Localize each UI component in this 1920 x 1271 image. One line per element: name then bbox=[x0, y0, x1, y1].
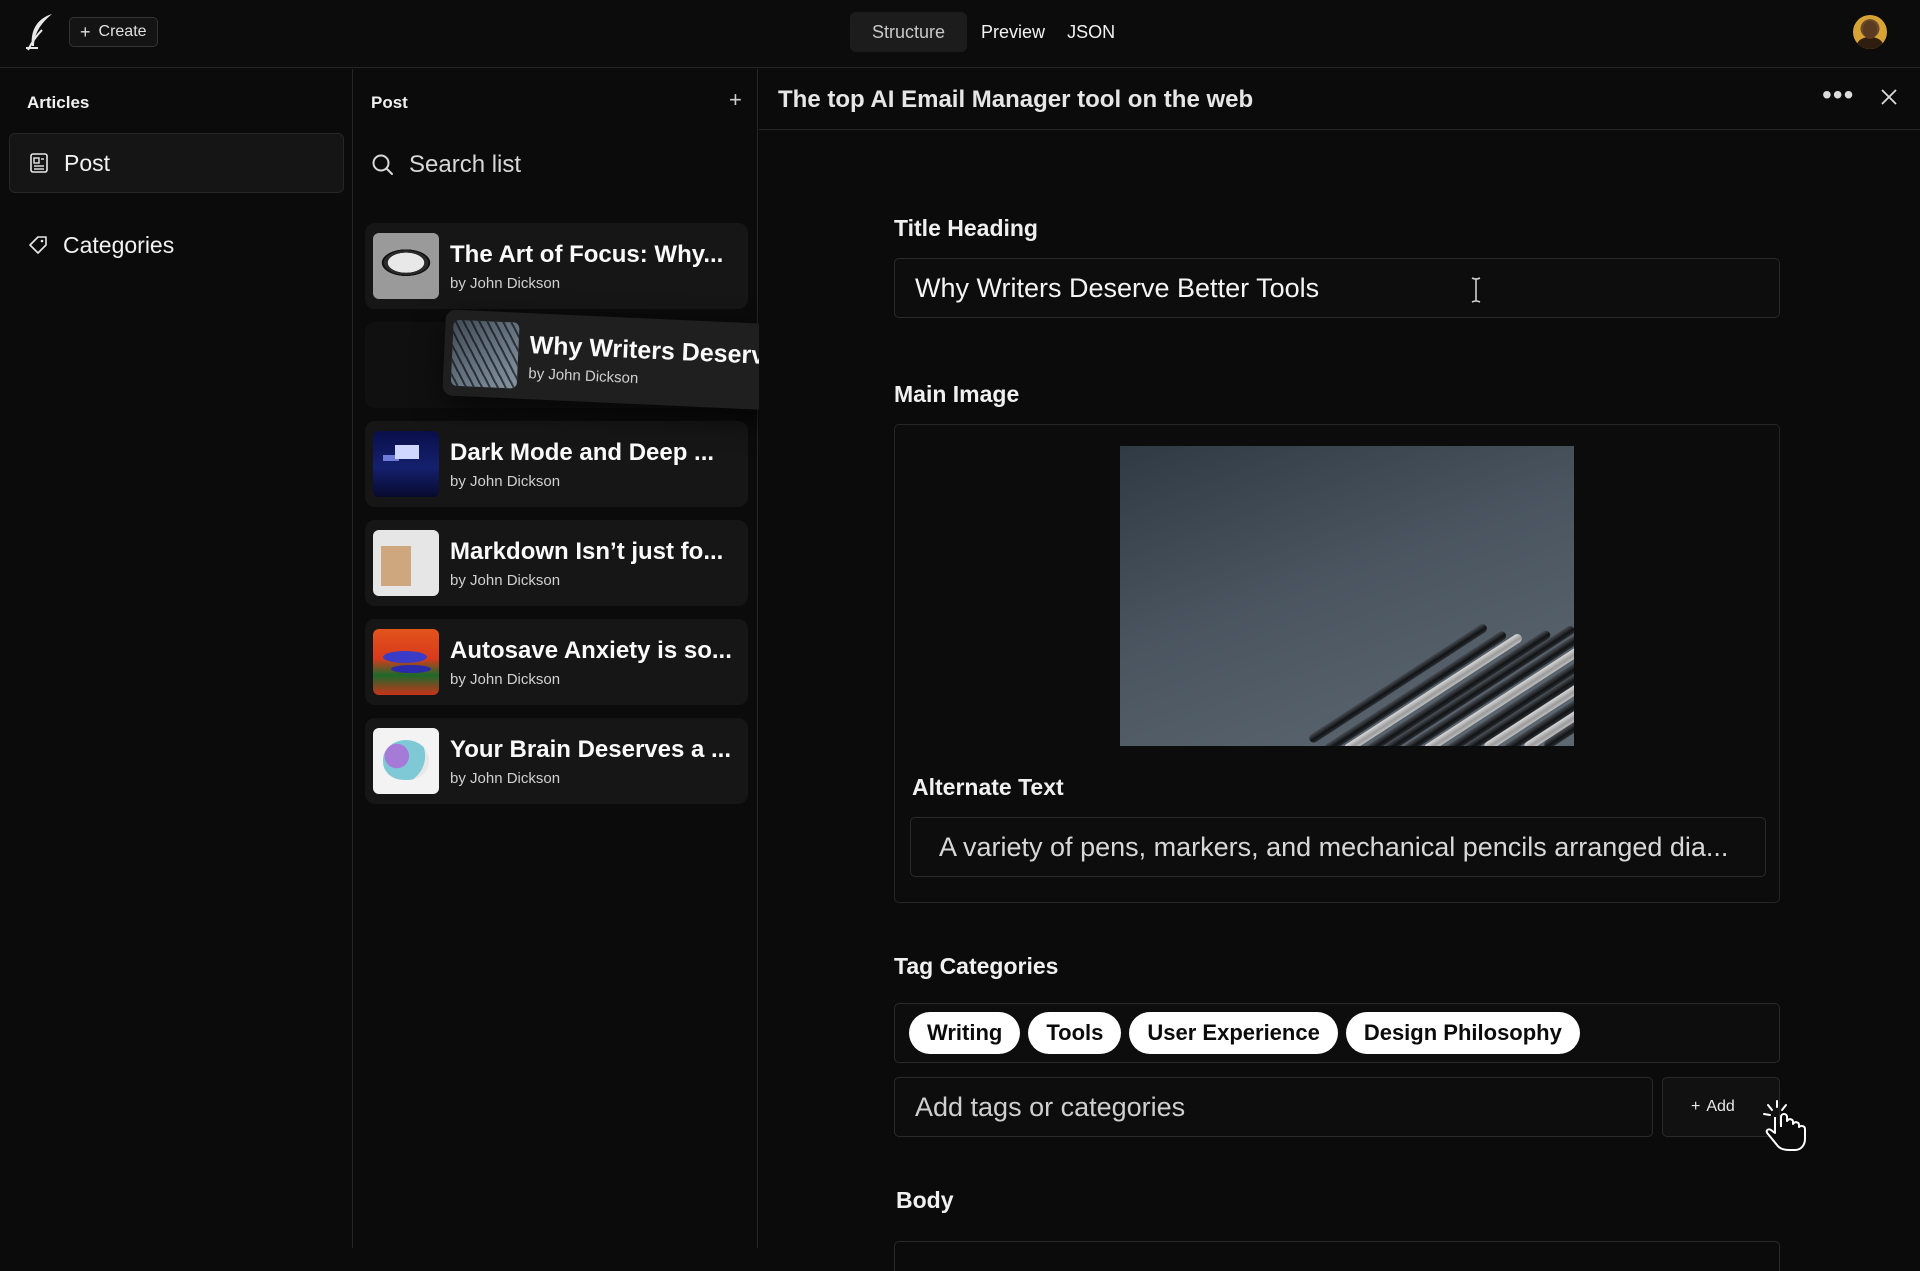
search-icon bbox=[372, 154, 393, 175]
top-bar: + Create Structure Preview JSON bbox=[0, 0, 1920, 68]
text-cursor-icon bbox=[1471, 277, 1481, 303]
tab-json[interactable]: JSON bbox=[1059, 12, 1123, 52]
list-item[interactable]: The Art of Focus: Why... by John Dickson bbox=[365, 223, 748, 309]
post-thumbnail bbox=[373, 728, 439, 794]
user-avatar[interactable] bbox=[1853, 15, 1887, 49]
sidebar-item-post[interactable]: Post bbox=[9, 133, 344, 193]
post-thumbnail bbox=[373, 530, 439, 596]
post-title: Dark Mode and Deep ... bbox=[450, 439, 715, 466]
post-author: by John Dickson bbox=[450, 473, 561, 490]
tab-structure[interactable]: Structure bbox=[850, 12, 968, 52]
search-bar bbox=[371, 151, 729, 179]
post-title: Markdown Isn’t just fo... bbox=[450, 538, 724, 565]
title-heading-field[interactable]: Why Writers Deserve Better Tools bbox=[894, 258, 1780, 318]
main-image[interactable] bbox=[1120, 446, 1574, 746]
title-heading-value: Why Writers Deserve Better Tools bbox=[915, 272, 1320, 303]
hand-pointer-icon bbox=[1763, 1100, 1806, 1151]
close-icon[interactable] bbox=[1879, 87, 1899, 107]
post-list-panel: Post + The Art of Focus: Why... by John … bbox=[354, 69, 758, 1248]
title-heading-label: Title Heading bbox=[894, 215, 1038, 241]
alt-text-field[interactable]: A variety of pens, markers, and mechanic… bbox=[910, 817, 1766, 877]
post-thumbnail bbox=[373, 431, 439, 497]
list-item[interactable]: Markdown Isn’t just fo... by John Dickso… bbox=[365, 520, 748, 606]
list-title: Post bbox=[371, 93, 408, 112]
create-button-label: Create bbox=[98, 23, 147, 40]
document-title: The top AI Email Manager tool on the web bbox=[778, 86, 1254, 113]
tag-pill-tools[interactable]: Tools bbox=[1028, 1012, 1122, 1054]
view-tabs: Structure Preview JSON bbox=[850, 12, 1123, 52]
editor-panel: The top AI Email Manager tool on the web… bbox=[759, 69, 1920, 1271]
post-thumbnail bbox=[450, 319, 520, 389]
avatar-face bbox=[1863, 21, 1877, 39]
main-image-box: Alternate Text A variety of pens, marker… bbox=[894, 424, 1780, 903]
post-author: by John Dickson bbox=[450, 671, 561, 688]
editor-header: The top AI Email Manager tool on the web… bbox=[759, 69, 1920, 130]
alt-text-label: Alternate Text bbox=[912, 774, 1064, 800]
list-item[interactable]: Your Brain Deserves a ... by John Dickso… bbox=[365, 718, 748, 804]
body-editor[interactable] bbox=[894, 1241, 1780, 1271]
feather-logo-icon[interactable] bbox=[24, 12, 56, 52]
post-author: by John Dickson bbox=[450, 572, 561, 589]
plus-icon: + bbox=[80, 22, 91, 42]
plus-icon: + bbox=[1691, 1098, 1701, 1115]
post-thumbnail bbox=[373, 629, 439, 695]
add-tags-input[interactable] bbox=[894, 1077, 1653, 1137]
post-thumbnail bbox=[373, 233, 439, 299]
tag-categories-label: Tag Categories bbox=[894, 953, 1059, 979]
sidebar: Articles Post Categories bbox=[0, 69, 353, 1248]
sidebar-item-label: Categories bbox=[63, 231, 175, 258]
document-icon bbox=[30, 153, 48, 173]
post-title: Your Brain Deserves a ... bbox=[450, 736, 732, 763]
add-post-button[interactable]: + bbox=[729, 89, 742, 111]
post-author: by John Dickson bbox=[450, 770, 561, 787]
more-options-icon[interactable]: ••• bbox=[1822, 81, 1854, 109]
sidebar-item-categories[interactable]: Categories bbox=[9, 215, 344, 275]
list-item[interactable]: Autosave Anxiety is so... by John Dickso… bbox=[365, 619, 748, 705]
create-button[interactable]: + Create bbox=[69, 17, 158, 47]
tag-pill-writing[interactable]: Writing bbox=[909, 1012, 1021, 1054]
main-image-label: Main Image bbox=[894, 381, 1020, 407]
sidebar-item-label: Post bbox=[64, 149, 111, 176]
tag-pill-user-experience[interactable]: User Experience bbox=[1129, 1012, 1338, 1054]
tag-icon bbox=[29, 236, 47, 254]
post-author: by John Dickson bbox=[527, 365, 639, 388]
post-title: Autosave Anxiety is so... bbox=[450, 637, 732, 664]
post-author: by John Dickson bbox=[450, 275, 561, 292]
list-item[interactable]: Dark Mode and Deep ... by John Dickson bbox=[365, 421, 748, 507]
alt-text-value: A variety of pens, markers, and mechanic… bbox=[939, 831, 1729, 862]
sidebar-title: Articles bbox=[27, 93, 90, 112]
post-title: The Art of Focus: Why... bbox=[450, 241, 724, 268]
search-input[interactable] bbox=[409, 151, 729, 179]
tags-container: Writing Tools User Experience Design Phi… bbox=[894, 1003, 1780, 1063]
body-label: Body bbox=[896, 1187, 954, 1213]
tab-preview[interactable]: Preview bbox=[973, 12, 1053, 52]
tag-pill-design-philosophy[interactable]: Design Philosophy bbox=[1345, 1012, 1580, 1054]
add-button-label: Add bbox=[1706, 1098, 1735, 1115]
